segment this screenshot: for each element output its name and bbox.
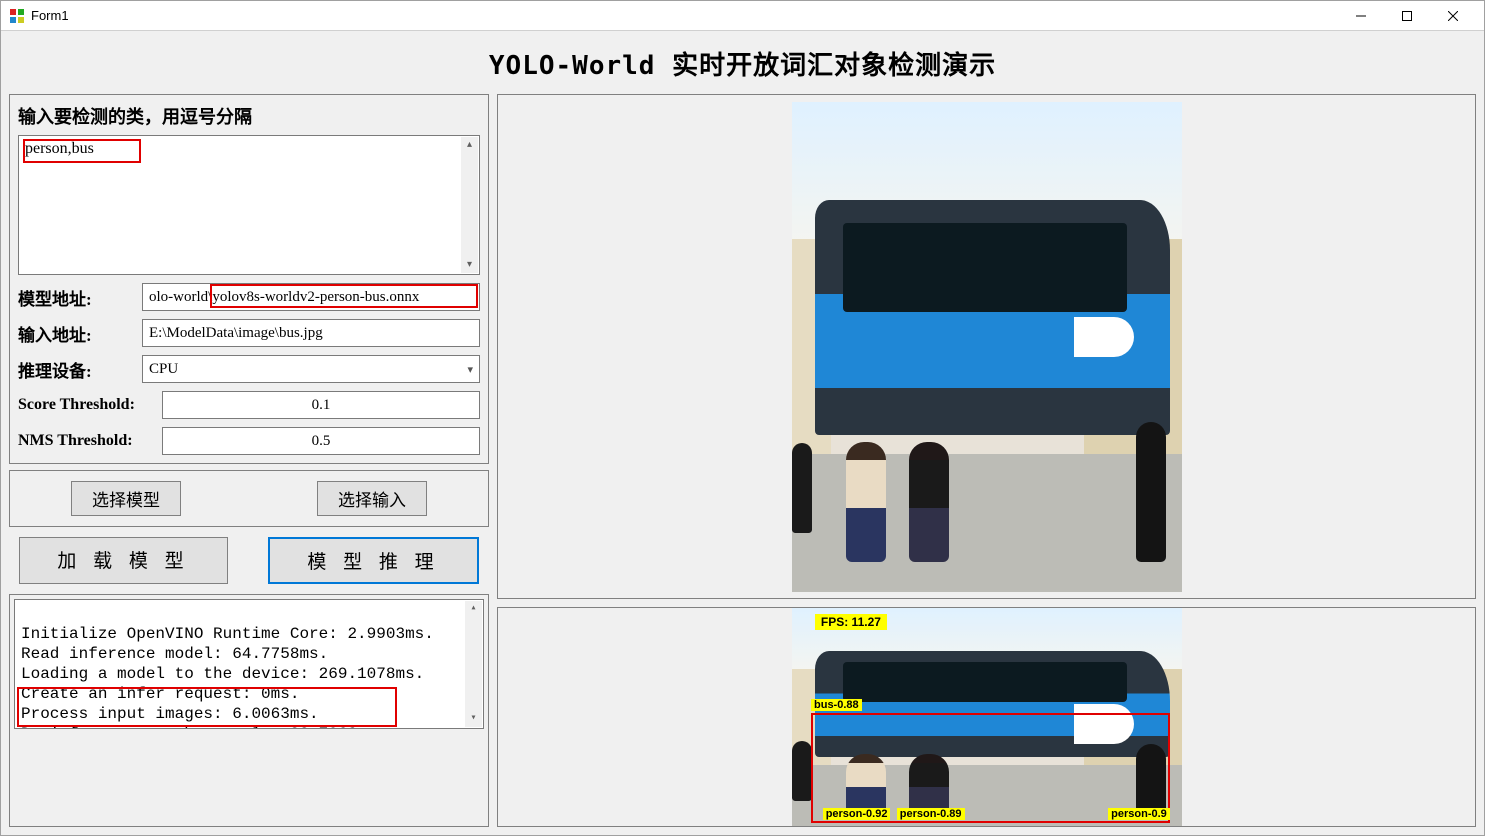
input-path-input[interactable] (142, 319, 480, 347)
window-title: Form1 (31, 8, 69, 23)
detection-label-bus: bus-0.88 (811, 699, 862, 711)
page-title: YOLO-World 实时开放词汇对象检测演示 (1, 31, 1484, 94)
detection-label-person3: person-0.9 (1108, 808, 1170, 820)
classes-input[interactable] (25, 140, 473, 270)
scrollbar[interactable]: ▴▾ (465, 601, 482, 727)
original-image (792, 102, 1182, 592)
minimize-button[interactable] (1338, 1, 1384, 31)
original-image-panel (497, 94, 1476, 599)
scroll-down-icon: ▾ (467, 257, 472, 273)
result-image: FPS: 11.27 bus-0.88 person-0.92 person-0… (792, 607, 1182, 827)
chevron-down-icon: ▾ (467, 363, 473, 376)
fps-label: FPS: 11.27 (815, 614, 887, 630)
score-threshold-input[interactable] (162, 391, 480, 419)
app-icon (9, 8, 25, 24)
load-model-button[interactable]: 加 载 模 型 (19, 537, 228, 584)
scrollbar[interactable]: ▴▾ (461, 137, 478, 273)
select-input-button[interactable]: 选择输入 (317, 481, 427, 516)
titlebar: Form1 (1, 1, 1484, 31)
result-image-panel: FPS: 11.27 bus-0.88 person-0.92 person-0… (497, 607, 1476, 827)
select-model-button[interactable]: 选择模型 (71, 481, 181, 516)
model-path-label: 模型地址: (18, 285, 138, 310)
detection-label-person2: person-0.89 (897, 808, 965, 820)
minimize-icon (1356, 11, 1366, 21)
infer-button[interactable]: 模 型 推 理 (268, 537, 479, 584)
classes-label: 输入要检测的类，用逗号分隔 (18, 103, 480, 129)
scroll-up-icon: ▴ (467, 137, 472, 153)
scroll-down-icon: ▾ (470, 711, 476, 727)
log-output: Initialize OpenVINO Runtime Core: 2.9903… (14, 599, 484, 729)
close-button[interactable] (1430, 1, 1476, 31)
device-label: 推理设备: (18, 357, 138, 382)
maximize-icon (1402, 11, 1412, 21)
close-icon (1448, 11, 1458, 21)
detection-label-person1: person-0.92 (823, 808, 891, 820)
nms-threshold-label: NMS Threshold: (18, 432, 158, 450)
device-select[interactable]: CPU ▾ (142, 355, 480, 383)
nms-threshold-input[interactable] (162, 427, 480, 455)
classes-textarea-wrap: ▴▾ (18, 135, 480, 275)
model-path-input[interactable] (142, 283, 480, 311)
input-path-label: 输入地址: (18, 321, 138, 346)
detection-box-bus (811, 713, 1170, 823)
scroll-up-icon: ▴ (470, 601, 476, 617)
device-value: CPU (149, 361, 178, 378)
maximize-button[interactable] (1384, 1, 1430, 31)
score-threshold-label: Score Threshold: (18, 396, 158, 414)
